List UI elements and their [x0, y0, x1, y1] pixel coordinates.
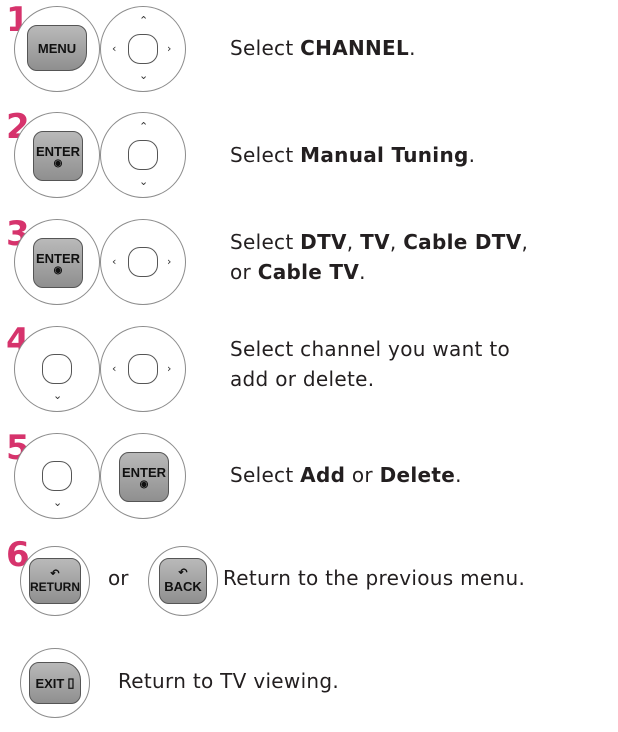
nav-ok-button[interactable]: [128, 34, 158, 64]
enter-dot-icon: ◉: [139, 478, 149, 490]
enter-dot-icon: ◉: [53, 157, 63, 169]
return-arrow-icon: ↶: [50, 567, 60, 580]
return-button[interactable]: ↶ RETURN: [29, 558, 81, 604]
nav-circle: ⌃ ⌄ ‹ ›: [100, 6, 186, 92]
back-button[interactable]: ↶ BACK: [159, 558, 207, 604]
step-6-instruction: Return to the previous menu.: [223, 566, 526, 590]
nav-circle: ⌄: [14, 433, 100, 519]
down-arrow-icon[interactable]: ⌄: [139, 176, 148, 187]
nav-ok-button[interactable]: [128, 140, 158, 170]
right-arrow-icon[interactable]: ›: [167, 256, 171, 267]
right-arrow-icon[interactable]: ›: [167, 363, 171, 374]
exit-door-icon: ▯: [67, 675, 75, 690]
menu-button[interactable]: MENU: [27, 25, 87, 71]
step-1-instruction: Select CHANNEL.: [230, 36, 416, 60]
enter-button[interactable]: ENTER ◉: [119, 452, 169, 502]
exit-instruction: Return to TV viewing.: [118, 669, 340, 693]
step-5-instruction: Select Add or Delete.: [230, 463, 462, 487]
nav-ok-button[interactable]: [128, 354, 158, 384]
enter-button-circle: ENTER ◉: [14, 219, 100, 305]
back-button-circle: ↶ BACK: [148, 546, 218, 616]
nav-ok-button[interactable]: [42, 461, 72, 491]
down-arrow-icon[interactable]: ⌄: [53, 390, 62, 401]
menu-button-circle: MENU: [14, 6, 100, 92]
step-3-instruction: Select DTV, TV, Cable DTV, or Cable TV.: [230, 230, 529, 284]
exit-button-circle: EXIT ▯: [20, 648, 90, 718]
left-arrow-icon[interactable]: ‹: [112, 363, 116, 374]
nav-circle: ⌃ ⌄: [100, 112, 186, 198]
nav-circle: ‹ ›: [100, 219, 186, 305]
enter-dot-icon: ◉: [53, 264, 63, 276]
left-arrow-icon[interactable]: ‹: [112, 43, 116, 54]
enter-button[interactable]: ENTER ◉: [33, 238, 83, 288]
enter-button-circle: ENTER ◉: [100, 433, 186, 519]
step-4-instruction: Select channel you want to add or delete.: [230, 337, 511, 391]
up-arrow-icon[interactable]: ⌃: [139, 121, 148, 132]
exit-button[interactable]: EXIT ▯: [29, 662, 81, 704]
enter-button[interactable]: ENTER ◉: [33, 131, 83, 181]
down-arrow-icon[interactable]: ⌄: [139, 70, 148, 81]
nav-circle: ⌄: [14, 326, 100, 412]
up-arrow-icon[interactable]: ⌃: [139, 15, 148, 26]
left-arrow-icon[interactable]: ‹: [112, 256, 116, 267]
step-2-instruction: Select Manual Tuning.: [230, 143, 476, 167]
or-label: or: [108, 566, 129, 590]
enter-button-circle: ENTER ◉: [14, 112, 100, 198]
down-arrow-icon[interactable]: ⌄: [53, 497, 62, 508]
nav-ok-button[interactable]: [42, 354, 72, 384]
nav-circle: ‹ ›: [100, 326, 186, 412]
nav-ok-button[interactable]: [128, 247, 158, 277]
return-button-circle: ↶ RETURN: [20, 546, 90, 616]
right-arrow-icon[interactable]: ›: [167, 43, 171, 54]
back-arrow-icon: ↶: [178, 567, 188, 579]
